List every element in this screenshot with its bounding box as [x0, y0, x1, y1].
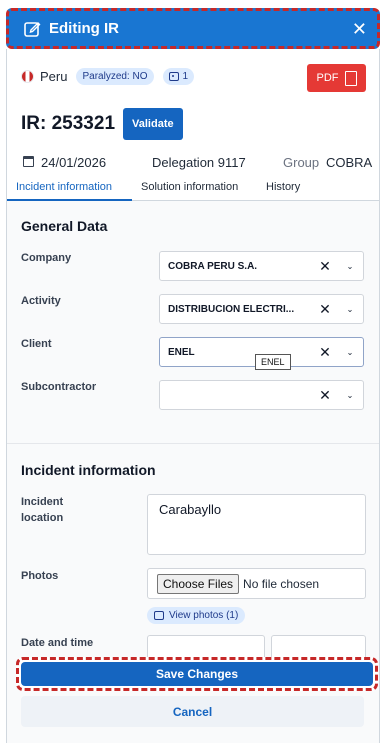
activity-value: DISTRIBUCION ELECTRI... — [168, 303, 295, 315]
tab-solution-information[interactable]: Solution information — [141, 181, 238, 193]
group-value: COBRA — [326, 155, 373, 170]
client-tooltip: ENEL — [255, 354, 291, 370]
meta-row: Peru Paralyzed: NO 1 — [21, 68, 195, 85]
clear-icon[interactable]: ✕ — [313, 387, 337, 404]
group-label: Group — [283, 155, 320, 170]
no-file-text: No file chosen — [243, 576, 320, 591]
image-count-badge[interactable]: 1 — [162, 68, 195, 85]
incident-info-heading: Incident information — [21, 462, 156, 478]
ir-row: IR: 253321 Validate — [21, 108, 183, 140]
clear-icon[interactable]: ✕ — [313, 344, 337, 361]
view-photos-label: View photos (1) — [169, 610, 239, 621]
company-label: Company — [21, 252, 72, 264]
validate-button[interactable]: Validate — [123, 108, 183, 140]
edit-icon — [24, 21, 41, 37]
dialog-panel: Peru Paralyzed: NO 1 PDF IR: 253321 Vali… — [6, 49, 380, 743]
image-icon — [168, 72, 179, 81]
dialog-title: Editing IR — [49, 20, 119, 37]
section-divider — [7, 443, 379, 444]
tab-incident-information[interactable]: Incident information — [16, 181, 112, 193]
pdf-label: PDF — [316, 72, 339, 84]
chevron-down-icon[interactable]: ⌄ — [337, 391, 363, 400]
datetime-label: Date and time — [21, 637, 94, 649]
clear-icon[interactable]: ✕ — [313, 258, 337, 275]
subcontractor-select[interactable]: ✕ ⌄ — [159, 380, 364, 410]
view-photos-chip[interactable]: View photos (1) — [147, 607, 246, 624]
paralyzed-badge: Paralyzed: NO — [76, 68, 154, 85]
client-label: Client — [21, 338, 52, 350]
image-icon — [154, 611, 164, 620]
company-select[interactable]: COBRA PERU S.A. ✕ ⌄ — [159, 251, 364, 281]
photos-file-input[interactable]: Choose Files No file chosen — [147, 568, 366, 599]
general-data-heading: General Data — [21, 218, 108, 234]
image-count: 1 — [182, 71, 189, 82]
save-changes-button[interactable]: Save Changes — [21, 662, 373, 686]
peru-flag-icon — [21, 70, 34, 83]
tab-bar: Incident information Solution informatio… — [7, 175, 379, 201]
clear-icon[interactable]: ✕ — [313, 301, 337, 318]
close-icon[interactable]: ✕ — [352, 20, 367, 38]
activity-label: Activity — [21, 295, 61, 307]
ir-title: IR: 253321 — [21, 113, 116, 134]
incident-location-input[interactable]: Carabayllo — [147, 494, 366, 555]
chevron-down-icon[interactable]: ⌄ — [337, 262, 363, 271]
calendar-icon — [23, 156, 34, 167]
chevron-down-icon[interactable]: ⌄ — [337, 305, 363, 314]
country-label: Peru — [40, 69, 68, 84]
company-value: COBRA PERU S.A. — [168, 260, 258, 272]
tab-history[interactable]: History — [266, 181, 300, 193]
delegation: Delegation 9117 — [152, 155, 246, 170]
chevron-down-icon[interactable]: ⌄ — [337, 348, 363, 357]
cancel-button[interactable]: Cancel — [21, 696, 364, 727]
pdf-button[interactable]: PDF — [307, 64, 366, 92]
client-value: ENEL — [168, 346, 195, 358]
photos-label: Photos — [21, 570, 59, 582]
ir-date: 24/01/2026 — [41, 155, 107, 170]
incident-location-label: Incident location — [21, 496, 64, 524]
choose-files-button[interactable]: Choose Files — [157, 573, 240, 594]
subcontractor-label: Subcontractor — [21, 381, 97, 393]
activity-select[interactable]: DISTRIBUCION ELECTRI... ✕ ⌄ — [159, 294, 364, 324]
pdf-file-icon — [344, 70, 357, 86]
dialog-header: Editing IR ✕ — [6, 8, 380, 49]
save-changes-highlight: Save Changes — [16, 657, 378, 691]
